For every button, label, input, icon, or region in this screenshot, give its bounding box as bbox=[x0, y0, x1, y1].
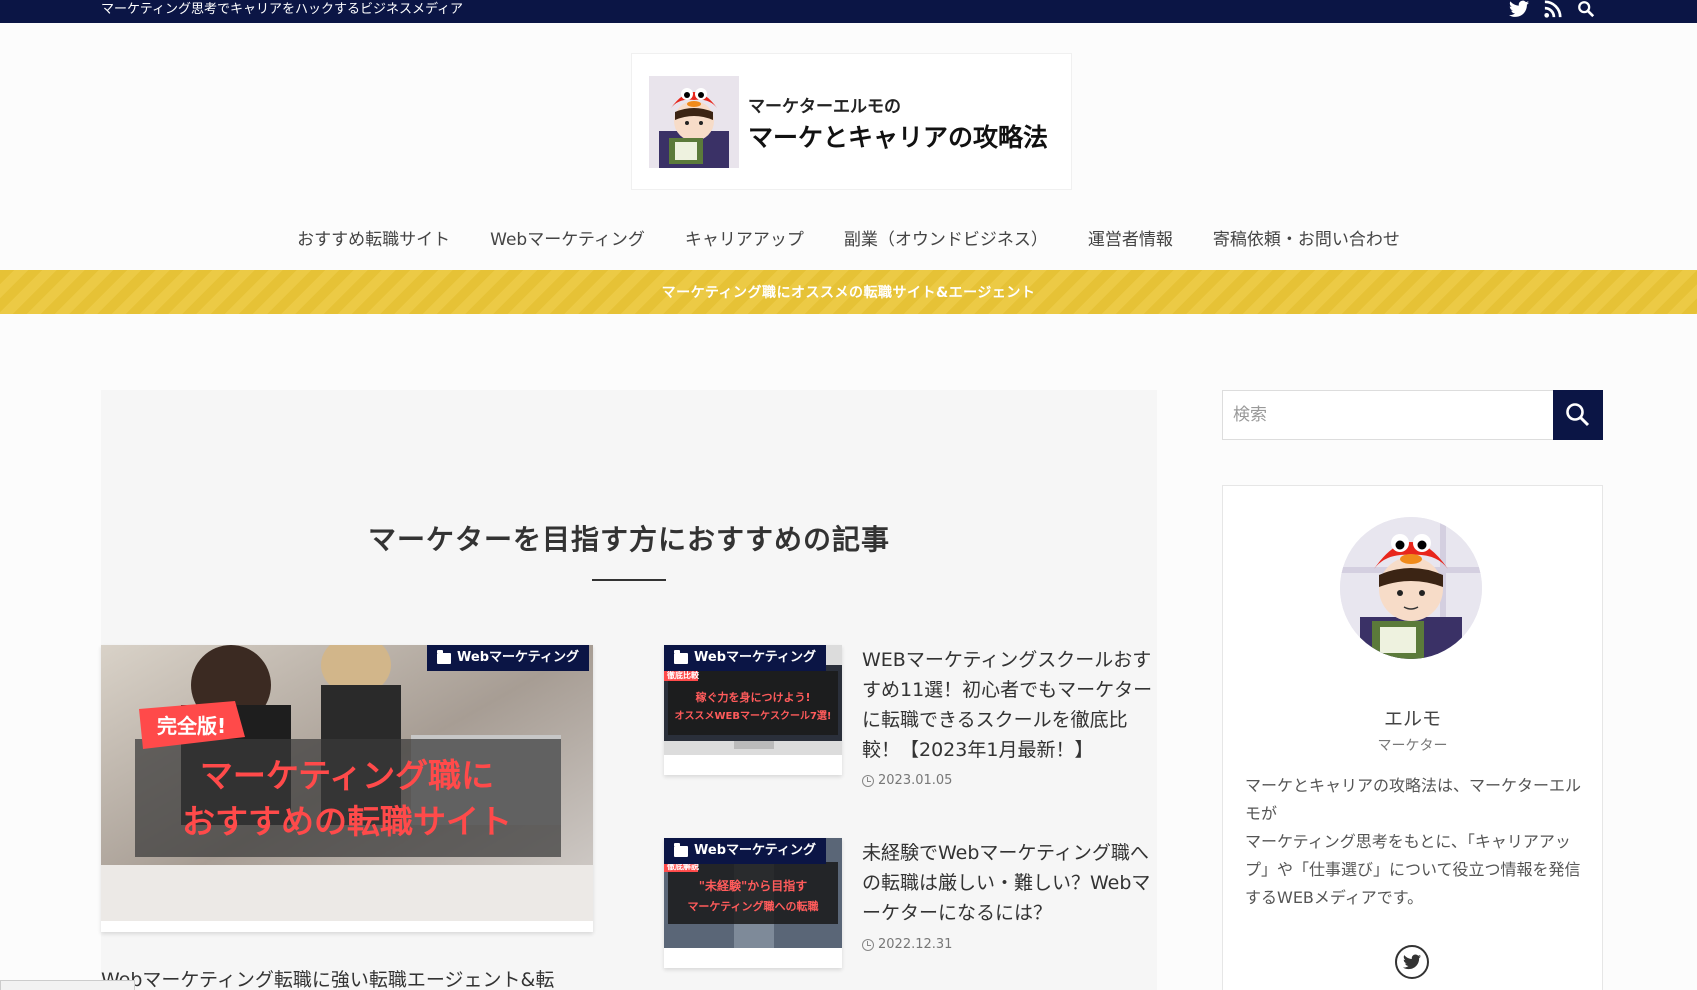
category-badge[interactable]: Webマーケティング bbox=[664, 645, 826, 671]
twitter-icon bbox=[1403, 954, 1421, 970]
profile-widget: エルモ マーケター マーケとキャリアの攻略法は、マーケターエルモが マーケティン… bbox=[1222, 485, 1603, 990]
featured-post-thumbnail[interactable]: 完全版! マーケティング職に おすすめの転職サイト bbox=[101, 645, 593, 921]
notice-bar[interactable]: マーケティング職にオススメの転職サイト&エージェント bbox=[0, 270, 1697, 314]
post-date: 2023.01.05 bbox=[862, 773, 952, 788]
section-title: マーケターを目指す方におすすめの記事 bbox=[367, 523, 890, 556]
post-date: 2022.12.31 bbox=[862, 937, 952, 952]
nav-item-side-business[interactable]: 副業（オウンドビジネス） bbox=[844, 222, 1048, 258]
clock-icon bbox=[862, 938, 874, 951]
folder-icon bbox=[674, 842, 688, 857]
search-input[interactable] bbox=[1223, 391, 1553, 439]
profile-role: マーケター bbox=[1377, 738, 1448, 754]
recommended-articles-section: マーケターを目指す方におすすめの記事 完全版! マーケティング職に おすすめの転… bbox=[101, 390, 1157, 990]
category-label: Webマーケティング bbox=[694, 843, 816, 858]
category-badge[interactable]: Webマーケティング bbox=[427, 645, 589, 671]
category-label: Webマーケティング bbox=[694, 650, 816, 665]
nav-item-contact[interactable]: 寄稿依頼・お問い合わせ bbox=[1213, 222, 1400, 258]
search-icon bbox=[1566, 403, 1590, 427]
thumb-line2: オススメWEBマーケスクール7選! bbox=[674, 709, 831, 722]
profile-twitter-button[interactable] bbox=[1395, 945, 1429, 979]
thumb-badge-text: 完全版! bbox=[157, 714, 226, 738]
post-title[interactable]: 未経験でWebマーケティング職への転職は厳しい・難しい？Webマーケターになるに… bbox=[862, 838, 1154, 928]
logo-avatar-image bbox=[649, 76, 739, 168]
global-nav: おすすめ転職サイト Webマーケティング キャリアアップ 副業（オウンドビジネス… bbox=[0, 222, 1697, 258]
logo-subtitle: マーケターエルモの bbox=[748, 97, 901, 117]
thumb-line2: おすすめの転職サイト bbox=[182, 802, 512, 841]
post-date-text: 2023.01.05 bbox=[878, 773, 953, 788]
post-title[interactable]: WEBマーケティングスクールおすすめ11選！初心者でもマーケターに転職できるスク… bbox=[862, 645, 1154, 765]
avatar bbox=[1340, 517, 1482, 659]
thumb-line2: マーケティング職への転職 bbox=[687, 899, 818, 913]
logo-title: マーケとキャリアの攻略法 bbox=[748, 123, 1049, 152]
featured-post-card[interactable]: 完全版! マーケティング職に おすすめの転職サイト Webマーケティング bbox=[101, 645, 593, 932]
site-logo[interactable]: マーケターエルモの マーケとキャリアの攻略法 bbox=[631, 53, 1072, 190]
top-bar: マーケティング思考でキャリアをハックするビジネスメディア bbox=[0, 0, 1697, 23]
post-date-text: 2022.12.31 bbox=[878, 937, 953, 952]
folder-icon bbox=[437, 649, 451, 664]
profile-name: エルモ bbox=[1383, 708, 1441, 730]
nav-item-operator-info[interactable]: 運営者情報 bbox=[1088, 222, 1173, 258]
thumb-line1: マーケティング職に bbox=[200, 756, 494, 795]
thumb-line1: "未経験"から目指す bbox=[699, 878, 808, 893]
category-label: Webマーケティング bbox=[457, 650, 579, 665]
twitter-icon[interactable] bbox=[1509, 0, 1529, 18]
search-icon[interactable] bbox=[1577, 0, 1597, 18]
nav-item-recommended-sites[interactable]: おすすめ転職サイト bbox=[297, 222, 450, 258]
post-card[interactable]: 徹底比較 稼ぐ力を身につけよう! オススメWEBマーケスクール7選! Webマー… bbox=[664, 645, 1154, 788]
thumb-line1: 稼ぐ力を身につけよう! bbox=[695, 690, 810, 704]
nav-item-career-up[interactable]: キャリアアップ bbox=[685, 222, 804, 258]
folder-icon bbox=[674, 649, 688, 664]
clock-icon bbox=[862, 774, 874, 787]
rss-icon[interactable] bbox=[1543, 0, 1563, 18]
post-card[interactable]: 徹底解説 "未経験"から目指す マーケティング職への転職 Webマーケティング … bbox=[664, 838, 1154, 978]
notice-text[interactable]: マーケティング職にオススメの転職サイト&エージェント bbox=[662, 282, 1036, 302]
top-icons bbox=[1509, 0, 1597, 18]
search-button[interactable] bbox=[1553, 390, 1603, 440]
sidebar-search bbox=[1222, 390, 1603, 440]
browser-status-bar bbox=[0, 980, 135, 990]
profile-bio: マーケとキャリアの攻略法は、マーケターエルモが マーケティング思考をもとに、「キ… bbox=[1245, 776, 1582, 907]
site-tagline: マーケティング思考でキャリアをハックするビジネスメディア bbox=[101, 2, 464, 17]
featured-post-title[interactable]: Webマーケティング転職に強い転職エージェント&転 bbox=[101, 965, 554, 990]
category-badge[interactable]: Webマーケティング bbox=[664, 838, 826, 864]
thumb-tag: 徹底比較 bbox=[666, 670, 700, 680]
title-underline bbox=[592, 579, 666, 581]
nav-item-web-marketing[interactable]: Webマーケティング bbox=[490, 222, 645, 258]
